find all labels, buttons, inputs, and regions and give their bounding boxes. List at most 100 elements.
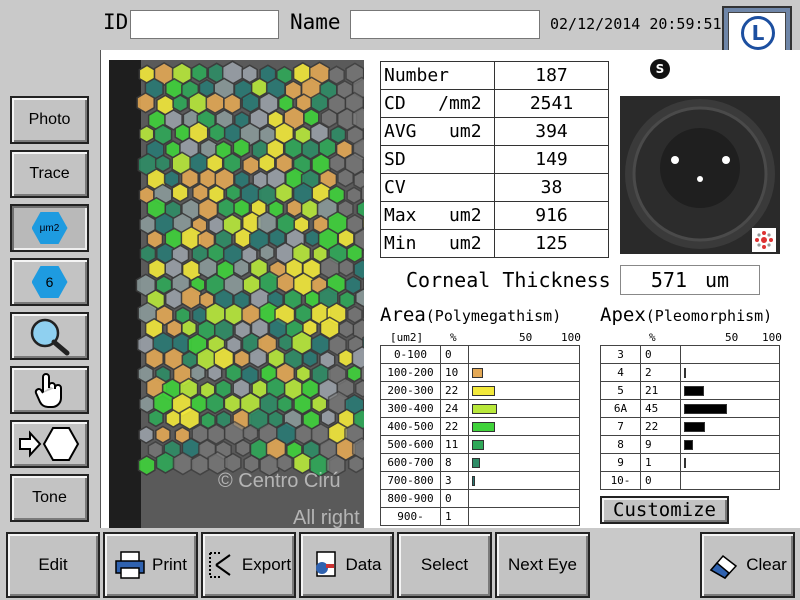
data-file-icon xyxy=(315,551,336,577)
area-bar xyxy=(472,458,481,468)
area-bar-cell xyxy=(468,471,580,490)
area-unit-label: μm2 xyxy=(39,222,60,234)
name-field[interactable] xyxy=(350,10,540,39)
hexagon-count-icon: 6 xyxy=(31,266,68,298)
clear-button[interactable]: Clear xyxy=(700,532,795,598)
apex-percent: 9 xyxy=(640,435,681,454)
stat-row: Max um2 916 xyxy=(380,201,609,230)
area-bar xyxy=(472,422,496,432)
apex-sides: 3 xyxy=(600,345,641,364)
area-row: 400-500 22 xyxy=(380,417,580,436)
arrow-hexagon-icon xyxy=(18,427,79,461)
area-bar-cell xyxy=(468,435,580,454)
next-eye-button[interactable]: Next Eye xyxy=(495,532,590,598)
data-button[interactable]: Data xyxy=(299,532,394,598)
area-percent: 24 xyxy=(440,399,469,418)
export-label: Export xyxy=(241,555,292,574)
tone-button[interactable]: Tone xyxy=(10,474,89,522)
stat-row: Min um2 125 xyxy=(380,229,609,258)
apex-bar-cell xyxy=(680,399,780,418)
area-row: 900- 1 xyxy=(380,507,580,526)
select-button[interactable]: Select xyxy=(397,532,492,598)
edit-button[interactable]: Edit xyxy=(6,532,100,598)
stat-value: 394 xyxy=(494,117,609,146)
customize-button[interactable]: Customize xyxy=(600,496,729,524)
zoom-button[interactable] xyxy=(10,312,89,360)
stat-key: SD xyxy=(380,145,495,174)
stat-key: Number xyxy=(380,61,495,90)
top-bar: ID Name 02/12/2014 20:59:51 xyxy=(0,0,800,50)
area-bar-cell xyxy=(468,489,580,508)
fixation-target-icon[interactable] xyxy=(752,228,776,252)
area-percent: 22 xyxy=(440,381,469,400)
apex-percent: 0 xyxy=(640,345,681,364)
area-bar-cell xyxy=(468,453,580,472)
area-title-text: Area xyxy=(380,304,426,326)
apex-row: 6A 45 xyxy=(600,399,780,418)
area-range: 0-100 xyxy=(380,345,441,364)
clear-label: Clear xyxy=(746,555,787,574)
export-button[interactable]: Export xyxy=(201,532,296,598)
stats-table: Number 187 CD /mm2 2541 AVG um2 394 SD 149 C… xyxy=(380,61,609,258)
area-range: 500-600 xyxy=(380,435,441,454)
area-unit-button[interactable]: μm2 xyxy=(10,204,89,252)
apex-bar xyxy=(684,404,727,414)
endothelium-image[interactable] xyxy=(109,60,364,528)
stat-value: 125 xyxy=(494,229,609,258)
area-histogram: 0-100 0 100-200 10 200-300 22 300-400 24 400-500… xyxy=(380,345,580,526)
apex-pct-header: % xyxy=(649,331,656,344)
apex-histogram: 3 0 4 2 5 21 6A 45 7 22 8 9 9 1 10- 0 xyxy=(600,345,780,490)
area-range: 700-800 xyxy=(380,471,441,490)
stat-row: CD /mm2 2541 xyxy=(380,89,609,118)
print-button[interactable]: Print xyxy=(103,532,198,598)
apex-row: 5 21 xyxy=(600,381,780,400)
area-bar-cell xyxy=(468,363,580,382)
apex-bar xyxy=(684,440,693,450)
area-scale-100: 100 xyxy=(561,331,581,344)
area-unit-header: [um2] xyxy=(390,331,424,344)
apex-row: 42 xyxy=(600,363,780,382)
area-bar xyxy=(472,404,498,414)
apex-scale-50: 50 xyxy=(725,331,739,344)
stat-value: 38 xyxy=(494,173,609,202)
data-label: Data xyxy=(345,555,382,574)
area-subtitle: (Polymegathism) xyxy=(425,307,562,325)
apex-bar-cell xyxy=(680,417,780,436)
area-range: 100-200 xyxy=(380,363,441,382)
photo-button[interactable]: Photo xyxy=(10,96,89,144)
trace-button[interactable]: Trace xyxy=(10,150,89,198)
export-icon xyxy=(208,552,231,578)
select-cell-button[interactable] xyxy=(10,420,89,468)
apex-bar-cell xyxy=(680,363,780,382)
apex-row: 91 xyxy=(600,453,780,472)
name-label: Name xyxy=(290,10,341,34)
hand-pointer-icon xyxy=(34,373,62,408)
area-pct-header: % xyxy=(450,331,457,344)
apex-row: 89 xyxy=(600,435,780,454)
apex-bar-cell xyxy=(680,453,780,472)
apex-percent: 1 xyxy=(640,453,681,472)
s-mode-icon[interactable]: S xyxy=(650,59,670,79)
magnifier-icon xyxy=(30,318,69,356)
id-field[interactable] xyxy=(130,10,279,39)
area-bar xyxy=(472,368,483,378)
apex-sides: 5 xyxy=(600,381,641,400)
area-range: 200-300 xyxy=(380,381,441,400)
apex-row: 30 xyxy=(600,345,780,364)
hexagon-count-label: 6 xyxy=(45,274,54,290)
apex-bar-cell xyxy=(680,471,780,490)
area-unit-icon: μm2 xyxy=(31,212,68,244)
area-bar-cell xyxy=(468,345,580,364)
hexagon-count-button[interactable]: 6 xyxy=(10,258,89,306)
area-range: 600-700 xyxy=(380,453,441,472)
exam-datetime: 02/12/2014 20:59:51 xyxy=(550,15,722,33)
eye-letter: L xyxy=(741,16,775,50)
area-bar-cell xyxy=(468,399,580,418)
area-row: 200-300 22 xyxy=(380,381,580,400)
stat-value: 187 xyxy=(494,61,609,90)
next-eye-label: Next Eye xyxy=(508,555,577,574)
apex-percent: 45 xyxy=(640,399,681,418)
pan-button[interactable] xyxy=(10,366,89,414)
apex-bar-cell xyxy=(680,435,780,454)
area-row: 0-100 0 xyxy=(380,345,580,364)
